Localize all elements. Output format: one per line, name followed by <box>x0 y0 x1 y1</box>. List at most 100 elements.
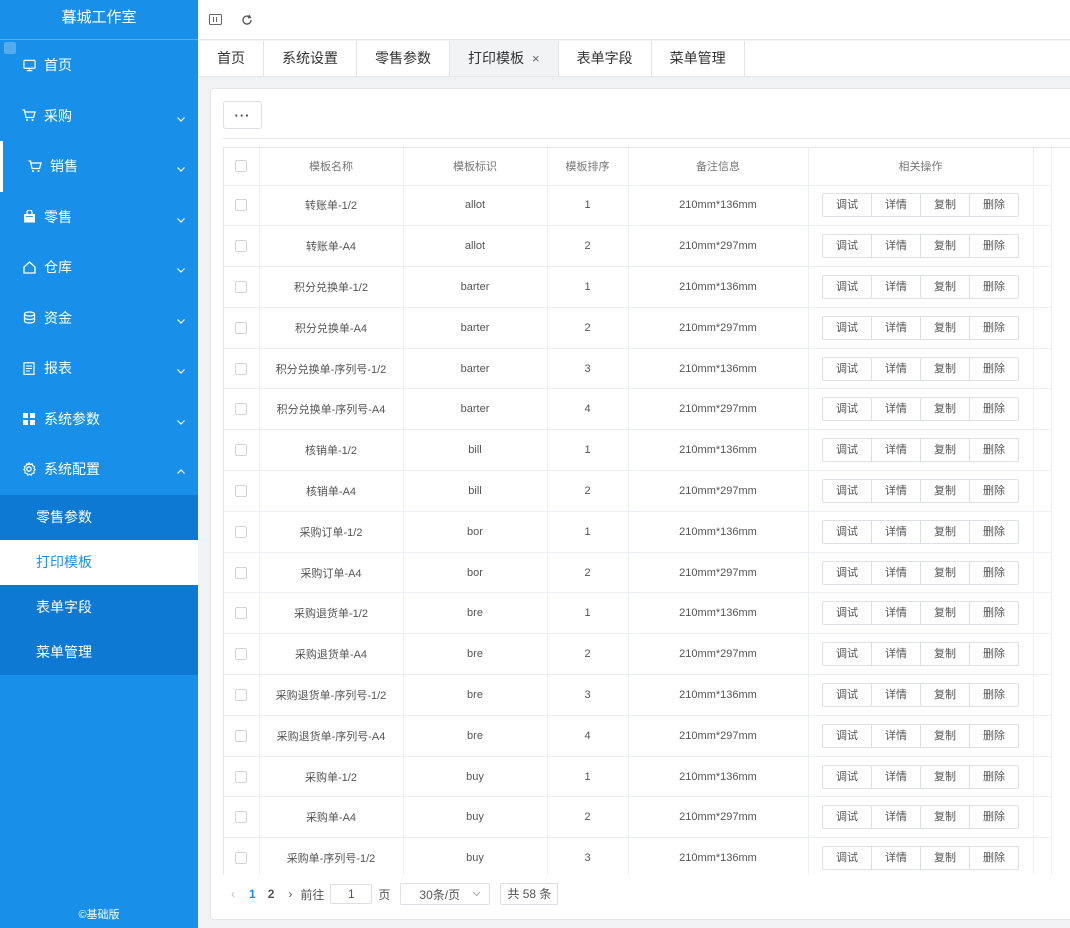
action-button[interactable]: 详情 <box>871 601 921 626</box>
action-button[interactable]: 删除 <box>969 315 1019 340</box>
row-checkbox[interactable] <box>235 403 248 416</box>
action-button[interactable]: 调试 <box>822 723 872 748</box>
refresh-icon[interactable] <box>239 12 255 28</box>
select-all-checkbox[interactable] <box>235 160 248 173</box>
action-button[interactable]: 详情 <box>871 682 921 707</box>
action-button[interactable]: 删除 <box>969 682 1019 707</box>
action-button[interactable]: 调试 <box>822 193 872 218</box>
action-button[interactable]: 调试 <box>822 478 872 503</box>
sidebar-item[interactable]: 销售 <box>0 141 198 192</box>
row-checkbox[interactable] <box>235 444 248 457</box>
action-button[interactable]: 调试 <box>822 601 872 626</box>
action-button[interactable]: 详情 <box>871 356 921 381</box>
action-button[interactable]: 复制 <box>920 723 970 748</box>
row-checkbox[interactable] <box>235 852 248 865</box>
sidebar-item[interactable]: 零售 <box>0 192 198 243</box>
action-button[interactable]: 详情 <box>871 519 921 544</box>
action-button[interactable]: 删除 <box>969 438 1019 463</box>
action-button[interactable]: 调试 <box>822 805 872 830</box>
action-button[interactable]: 复制 <box>920 193 970 218</box>
action-button[interactable]: 复制 <box>920 560 970 585</box>
row-checkbox[interactable] <box>235 770 248 783</box>
page-number[interactable]: 1 <box>249 887 256 901</box>
tab[interactable]: 零售参数 <box>357 41 450 76</box>
action-button[interactable]: 调试 <box>822 356 872 381</box>
submenu-item[interactable]: 菜单管理 <box>0 630 198 675</box>
action-button[interactable]: 调试 <box>822 519 872 544</box>
action-button[interactable]: 复制 <box>920 438 970 463</box>
page-size-select[interactable]: 30条/页 <box>400 883 491 905</box>
more-button[interactable]: ··· <box>223 101 262 129</box>
action-button[interactable]: 详情 <box>871 478 921 503</box>
submenu-item[interactable]: 零售参数 <box>0 495 198 540</box>
action-button[interactable]: 复制 <box>920 846 970 871</box>
tab[interactable]: 打印模板 × <box>450 41 559 76</box>
submenu-item[interactable]: 表单字段 <box>0 585 198 630</box>
tab[interactable]: 系统设置 <box>264 41 357 76</box>
action-button[interactable]: 调试 <box>822 274 872 299</box>
action-button[interactable]: 复制 <box>920 234 970 259</box>
action-button[interactable]: 删除 <box>969 519 1019 544</box>
action-button[interactable]: 详情 <box>871 560 921 585</box>
row-checkbox[interactable] <box>235 566 248 579</box>
action-button[interactable]: 复制 <box>920 478 970 503</box>
action-button[interactable]: 删除 <box>969 478 1019 503</box>
row-checkbox[interactable] <box>235 281 248 294</box>
action-button[interactable]: 调试 <box>822 560 872 585</box>
action-button[interactable]: 调试 <box>822 642 872 667</box>
action-button[interactable]: 删除 <box>969 193 1019 218</box>
submenu-item[interactable]: 打印模板 <box>0 539 198 585</box>
action-button[interactable]: 删除 <box>969 560 1019 585</box>
prev-page-icon[interactable]: ‹ <box>227 887 239 901</box>
action-button[interactable]: 调试 <box>822 397 872 422</box>
action-button[interactable]: 详情 <box>871 315 921 340</box>
action-button[interactable]: 复制 <box>920 519 970 544</box>
action-button[interactable]: 调试 <box>822 438 872 463</box>
action-button[interactable]: 复制 <box>920 397 970 422</box>
action-button[interactable]: 复制 <box>920 682 970 707</box>
tab[interactable]: 菜单管理 <box>652 41 745 76</box>
sidebar-item[interactable]: 系统配置 <box>0 444 198 495</box>
next-page-icon[interactable]: › <box>284 887 296 901</box>
action-button[interactable]: 详情 <box>871 805 921 830</box>
action-button[interactable]: 删除 <box>969 642 1019 667</box>
sidebar-item[interactable]: 首页 <box>0 40 198 91</box>
action-button[interactable]: 删除 <box>969 764 1019 789</box>
sidebar-item[interactable]: 系统参数 <box>0 394 198 445</box>
action-button[interactable]: 详情 <box>871 274 921 299</box>
action-button[interactable]: 调试 <box>822 846 872 871</box>
action-button[interactable]: 调试 <box>822 764 872 789</box>
sidebar-item[interactable]: 采购 <box>0 91 198 142</box>
action-button[interactable]: 删除 <box>969 601 1019 626</box>
action-button[interactable]: 详情 <box>871 764 921 789</box>
tab[interactable]: 表单字段 <box>559 41 652 76</box>
row-checkbox[interactable] <box>235 525 248 538</box>
action-button[interactable]: 复制 <box>920 601 970 626</box>
action-button[interactable]: 调试 <box>822 315 872 340</box>
tab[interactable]: 首页 <box>199 41 264 76</box>
action-button[interactable]: 删除 <box>969 723 1019 748</box>
action-button[interactable]: 详情 <box>871 723 921 748</box>
action-button[interactable]: 详情 <box>871 846 921 871</box>
action-button[interactable]: 调试 <box>822 234 872 259</box>
close-icon[interactable]: × <box>532 51 540 66</box>
row-checkbox[interactable] <box>235 607 248 620</box>
row-checkbox[interactable] <box>235 648 248 661</box>
action-button[interactable]: 删除 <box>969 397 1019 422</box>
goto-page-input[interactable]: 1 <box>330 884 373 904</box>
action-button[interactable]: 复制 <box>920 274 970 299</box>
row-checkbox[interactable] <box>235 811 248 824</box>
action-button[interactable]: 复制 <box>920 642 970 667</box>
action-button[interactable]: 复制 <box>920 805 970 830</box>
action-button[interactable]: 详情 <box>871 234 921 259</box>
page-number[interactable]: 2 <box>268 887 275 901</box>
row-checkbox[interactable] <box>235 729 248 742</box>
action-button[interactable]: 调试 <box>822 682 872 707</box>
sidebar-item[interactable]: 资金 <box>0 293 198 344</box>
action-button[interactable]: 详情 <box>871 193 921 218</box>
action-button[interactable]: 详情 <box>871 397 921 422</box>
action-button[interactable]: 详情 <box>871 438 921 463</box>
action-button[interactable]: 复制 <box>920 356 970 381</box>
row-checkbox[interactable] <box>235 362 248 375</box>
action-button[interactable]: 删除 <box>969 846 1019 871</box>
